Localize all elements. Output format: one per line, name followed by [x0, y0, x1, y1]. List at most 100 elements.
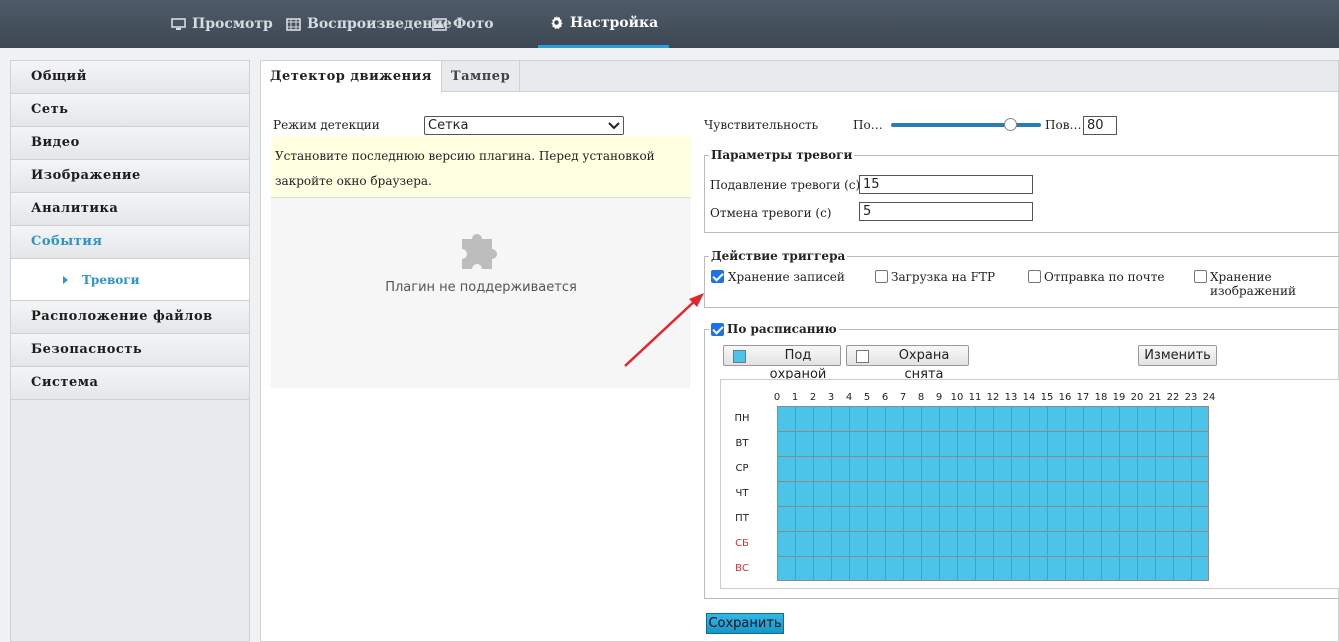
- hour-label: 17: [1076, 392, 1090, 403]
- nav-photo[interactable]: Фото: [432, 0, 494, 48]
- trigger-action-title: Действие триггера: [709, 249, 848, 263]
- hour-label: 7: [899, 392, 907, 403]
- sidebar-subitem-alarms-label: Тревоги: [82, 272, 140, 287]
- hour-label: 23: [1184, 392, 1198, 403]
- hour-label: 10: [950, 392, 964, 403]
- monitor-icon: [171, 17, 186, 30]
- hour-label: 24: [1202, 392, 1216, 403]
- annotation-arrow-icon: [624, 293, 704, 367]
- sidebar-item-analytics[interactable]: Аналитика: [11, 193, 249, 226]
- save-button[interactable]: Сохранить: [706, 613, 784, 634]
- detection-mode-select[interactable]: Сетка: [424, 116, 624, 135]
- nav-photo-label: Фото: [453, 16, 494, 32]
- settings-sidebar: Общий Сеть Видео Изображение Аналитика С…: [10, 60, 250, 642]
- sensitivity-slider-track[interactable]: [891, 123, 1041, 127]
- hour-label: 1: [791, 392, 799, 403]
- hour-label: 15: [1040, 392, 1054, 403]
- alarm-params-group: [704, 155, 1339, 233]
- chevron-down-icon: [608, 122, 620, 130]
- nav-settings[interactable]: Настройка: [538, 0, 670, 48]
- schedule-grid[interactable]: [777, 406, 1209, 581]
- main-panel: Детектор движения Тампер Режим детекции …: [260, 60, 1339, 642]
- hour-label: 8: [917, 392, 925, 403]
- schedule-title: По расписанию: [727, 322, 837, 336]
- tab-bar: Детектор движения Тампер: [261, 61, 1338, 93]
- day-label: СБ: [735, 538, 749, 549]
- hour-label: 16: [1058, 392, 1072, 403]
- hour-label: 12: [986, 392, 1000, 403]
- nav-settings-label: Настройка: [570, 14, 659, 31]
- day-label: ЧТ: [735, 488, 749, 499]
- hour-label: 13: [1004, 392, 1018, 403]
- sidebar-item-file-locations[interactable]: Расположение файлов: [11, 301, 249, 334]
- hour-label: 5: [863, 392, 871, 403]
- checkbox-record-storage[interactable]: [711, 270, 724, 283]
- schedule-header: По расписанию: [709, 322, 839, 336]
- record-storage-label: Хранение записей: [728, 270, 845, 284]
- hour-label: 19: [1112, 392, 1126, 403]
- hour-label: 14: [1022, 392, 1036, 403]
- triangle-right-icon: [63, 275, 68, 284]
- checkbox-image-storage[interactable]: [1194, 270, 1207, 283]
- hour-label: 2: [809, 392, 817, 403]
- disarmed-mode-button[interactable]: Охрана снята: [846, 345, 969, 382]
- hour-label: 4: [845, 392, 853, 403]
- tab-motion-detection[interactable]: Детектор движения: [261, 61, 442, 93]
- detection-mode-label: Режим детекции: [273, 118, 380, 132]
- schedule-grid-container: 0 1 2 3 4 5 6 7 8 9 10 11 12 13 14 15 16 17 18 19 20 21 22 23 24…: [720, 379, 1339, 589]
- nav-playback[interactable]: Воспроизведение: [286, 0, 452, 48]
- sidebar-item-events[interactable]: События: [11, 226, 249, 259]
- image-storage-label: Хранение изображений: [1210, 270, 1296, 298]
- top-navigation-bar: Просмотр Воспроизведение Фото Настройка: [0, 0, 1339, 48]
- email-send-label: Отправка по почте: [1044, 270, 1165, 284]
- alarm-params-title: Параметры тревоги: [709, 148, 855, 162]
- puzzle-piece-icon: [462, 234, 497, 269]
- sensitivity-max-label: Пов…: [1045, 118, 1082, 132]
- sidebar-item-general[interactable]: Общий: [11, 61, 249, 94]
- day-label: СР: [735, 463, 749, 474]
- hour-label: 21: [1148, 392, 1162, 403]
- alarm-suppress-label: Подавление тревоги (с): [710, 178, 861, 192]
- sidebar-item-image[interactable]: Изображение: [11, 160, 249, 193]
- detection-mode-value: Сетка: [428, 118, 469, 133]
- nav-playback-label: Воспроизведение: [307, 16, 452, 32]
- armed-swatch: [733, 350, 746, 363]
- hour-label: 0: [773, 392, 781, 403]
- tab-tamper[interactable]: Тампер: [442, 61, 521, 91]
- sidebar-item-system[interactable]: Система: [11, 367, 249, 400]
- sensitivity-slider-handle[interactable]: [1004, 118, 1017, 131]
- nav-live-view[interactable]: Просмотр: [171, 0, 273, 48]
- hour-label: 18: [1094, 392, 1108, 403]
- day-label: ВС: [735, 563, 749, 574]
- sensitivity-label: Чувствительность: [704, 118, 819, 132]
- hour-label: 3: [827, 392, 835, 403]
- day-label: ПН: [734, 413, 750, 424]
- hour-label: 20: [1130, 392, 1144, 403]
- checkbox-ftp-upload[interactable]: [875, 270, 888, 283]
- film-icon: [286, 17, 301, 31]
- sensitivity-value-input[interactable]: 80: [1083, 116, 1117, 135]
- alarm-cancel-label: Отмена тревоги (с): [710, 206, 832, 220]
- hour-label: 9: [935, 392, 943, 403]
- alarm-suppress-input[interactable]: 15: [859, 175, 1033, 194]
- sidebar-item-security[interactable]: Безопасность: [11, 334, 249, 367]
- nav-live-view-label: Просмотр: [192, 16, 273, 32]
- day-label: ВТ: [735, 438, 749, 449]
- hour-label: 22: [1166, 392, 1180, 403]
- disarmed-swatch: [856, 350, 869, 363]
- gear-icon: [551, 15, 563, 30]
- plugin-notice: Установите последнюю версию плагина. Пер…: [271, 136, 691, 198]
- sidebar-subitem-alarms[interactable]: Тревоги: [11, 259, 249, 301]
- checkbox-email-send[interactable]: [1028, 270, 1041, 283]
- alarm-cancel-input[interactable]: 5: [859, 202, 1033, 221]
- edit-schedule-button[interactable]: Изменить: [1138, 345, 1217, 366]
- hour-label: 6: [881, 392, 889, 403]
- day-label: ПТ: [735, 513, 749, 524]
- ftp-upload-label: Загрузка на FTP: [891, 270, 996, 284]
- sidebar-item-video[interactable]: Видео: [11, 127, 249, 160]
- image-icon: [432, 17, 447, 31]
- hour-label: 11: [968, 392, 982, 403]
- sidebar-item-network[interactable]: Сеть: [11, 94, 249, 127]
- armed-mode-button[interactable]: Под охраной: [723, 345, 841, 382]
- checkbox-schedule[interactable]: [711, 322, 724, 336]
